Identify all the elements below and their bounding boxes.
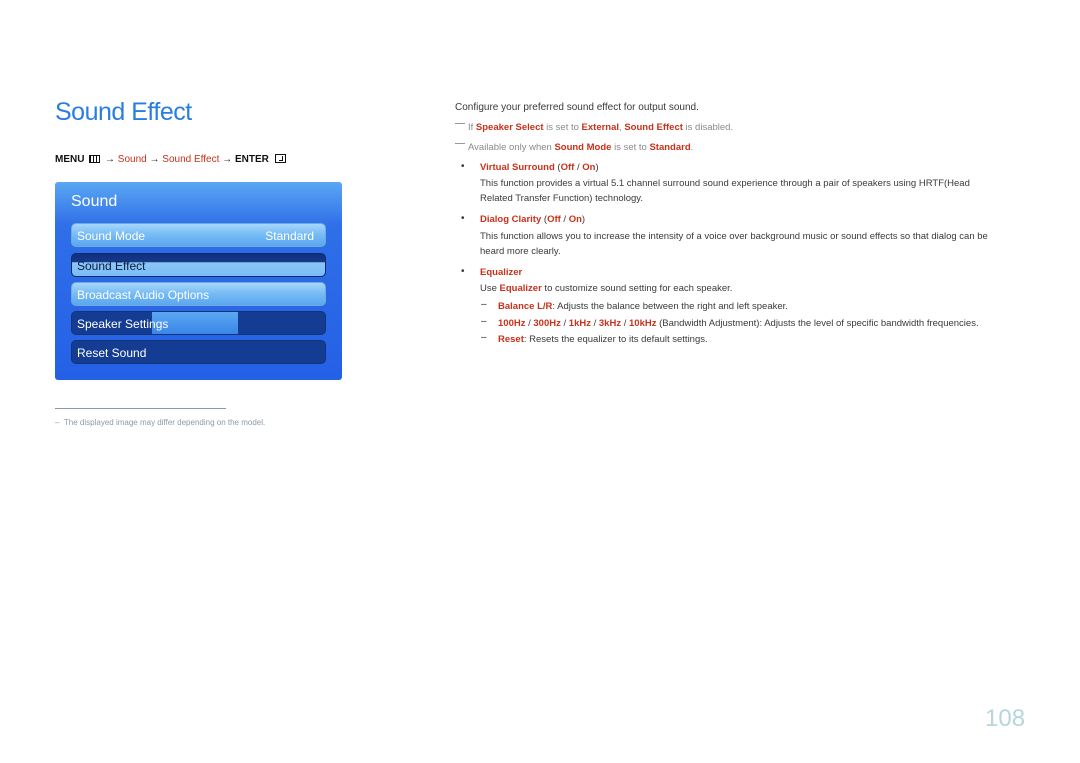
arrow: → [222, 154, 233, 165]
menu-item-label: Sound Mode [77, 229, 146, 243]
page-number: 108 [985, 705, 1026, 732]
dash-icon: – [481, 332, 487, 343]
sound-menu-panel: Sound Sound Mode Standard Sound Effect B… [55, 182, 342, 380]
footnote-dash: – [55, 418, 60, 427]
dash-icon: – [481, 316, 487, 327]
menu-item-broadcast-audio-options[interactable]: Broadcast Audio Options [71, 282, 326, 306]
virtual-surround-heading: Virtual Surround (Off / On) [480, 162, 599, 173]
menu-label: MENU [55, 154, 85, 165]
bullet-icon: • [461, 161, 465, 172]
menu-item-sound-effect[interactable]: Sound Effect [71, 253, 326, 277]
menu-item-reset-sound[interactable]: Reset Sound [71, 340, 326, 364]
dialog-clarity-desc-line2: heard more clearly. [480, 246, 561, 257]
intro-text: Configure your preferred sound effect fo… [455, 102, 699, 113]
equalizer-heading: Equalizer [480, 267, 523, 278]
menu-item-sound-mode[interactable]: Sound Mode Standard [71, 223, 326, 247]
page-title: Sound Effect [55, 98, 192, 126]
enter-label: ENTER [234, 154, 269, 165]
virtual-surround-desc-line2: Related Transfer Function) technology. [480, 193, 643, 204]
menu-item-label: Speaker Settings [77, 317, 169, 331]
menu-item-label: Sound Effect [77, 259, 146, 273]
footnote-divider [55, 408, 226, 409]
path-step-sound: Sound [117, 154, 147, 165]
arrow: → [149, 154, 160, 165]
menu-item-speaker-settings[interactable]: Speaker Settings [71, 311, 326, 335]
menu-item-label: Reset Sound [77, 346, 147, 360]
note-dash-icon [455, 143, 465, 144]
dialog-clarity-heading: Dialog Clarity (Off / On) [480, 214, 586, 225]
dialog-clarity-desc-line1: This function allows you to increase the… [480, 231, 988, 242]
menu-item-label: Broadcast Audio Options [77, 288, 210, 302]
note-dash-icon [455, 123, 465, 124]
menu-item-value: Standard [265, 229, 314, 243]
menu-grid-icon [89, 155, 101, 163]
arrow: → [105, 154, 116, 165]
footnote: – The displayed image may differ dependi… [55, 418, 265, 427]
virtual-surround-desc-line1: This function provides a virtual 5.1 cha… [480, 178, 970, 189]
sound-menu-title: Sound [71, 193, 118, 210]
equalizer-bands-item: 100Hz / 300Hz / 1kHz / 3kHz / 10kHz (Ban… [498, 318, 979, 329]
equalizer-reset-item: Reset: Resets the equalizer to its defau… [498, 334, 708, 345]
dash-icon: – [481, 299, 487, 310]
note-speaker-select: If Speaker Select is set to External, So… [455, 122, 733, 133]
bullet-icon: • [461, 266, 465, 277]
path-step-sound-effect: Sound Effect [162, 154, 220, 165]
menu-path-breadcrumb: MENU → Sound → Sound Effect → ENTER [55, 154, 286, 165]
bullet-icon: • [461, 213, 465, 224]
note-sound-mode: Available only when Sound Mode is set to… [455, 142, 693, 153]
enter-return-icon [274, 154, 286, 163]
footnote-text: The displayed image may differ depending… [63, 418, 266, 427]
equalizer-balance-item: Balance L/R: Adjusts the balance between… [498, 301, 788, 312]
equalizer-intro: Use Equalizer to customize sound setting… [480, 283, 733, 294]
